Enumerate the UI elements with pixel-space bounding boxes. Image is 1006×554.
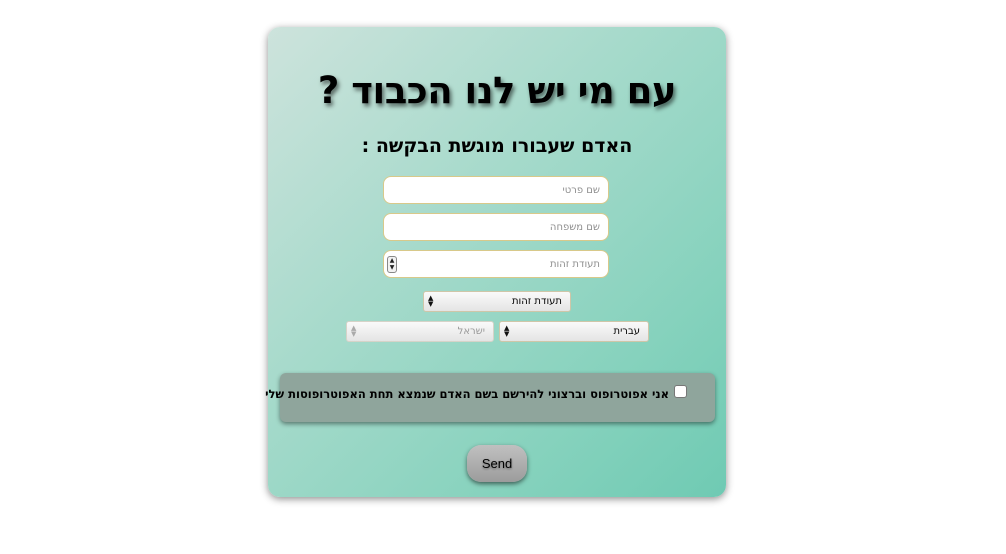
country-value: ישראל xyxy=(457,326,485,337)
page-title: עם מי יש לנו הכבוד ? xyxy=(317,69,677,112)
last-name-input[interactable] xyxy=(383,213,609,241)
document-type-value: תעודת זהות xyxy=(511,296,562,307)
document-type-select[interactable]: תעודת זהות ▲ ▼ xyxy=(423,291,571,312)
id-number-input[interactable] xyxy=(383,250,609,278)
number-stepper[interactable]: ▲ ▼ xyxy=(387,256,397,273)
language-select[interactable]: עברית ▲ ▼ xyxy=(499,321,649,342)
select-arrows-icon: ▲ ▼ xyxy=(504,324,510,338)
language-value: עברית xyxy=(613,326,641,337)
guardian-consent-label: אני אפוטרופוס וברצוני להירשם בשם האדם שנ… xyxy=(265,387,669,401)
guardian-consent-checkbox[interactable] xyxy=(674,385,687,398)
form-subtitle: האדם שעבורו מוגשת הבקשה : xyxy=(361,135,633,157)
select-arrows-icon: ▲ ▼ xyxy=(428,294,434,308)
id-number-wrapper: ▲▼ xyxy=(383,250,609,278)
registration-card: עם מי יש לנו הכבוד ? האדם שעבורו מוגשת ה… xyxy=(265,27,726,497)
send-button[interactable]: Send xyxy=(467,445,527,482)
select-arrows-icon: ▲ ▼ xyxy=(351,324,357,338)
country-select: ישראל ▲ ▼ xyxy=(346,321,494,342)
first-name-input[interactable] xyxy=(383,176,609,204)
guardian-notice-box: אני אפוטרופוס וברצוני להירשם בשם האדם שנ… xyxy=(265,373,715,422)
